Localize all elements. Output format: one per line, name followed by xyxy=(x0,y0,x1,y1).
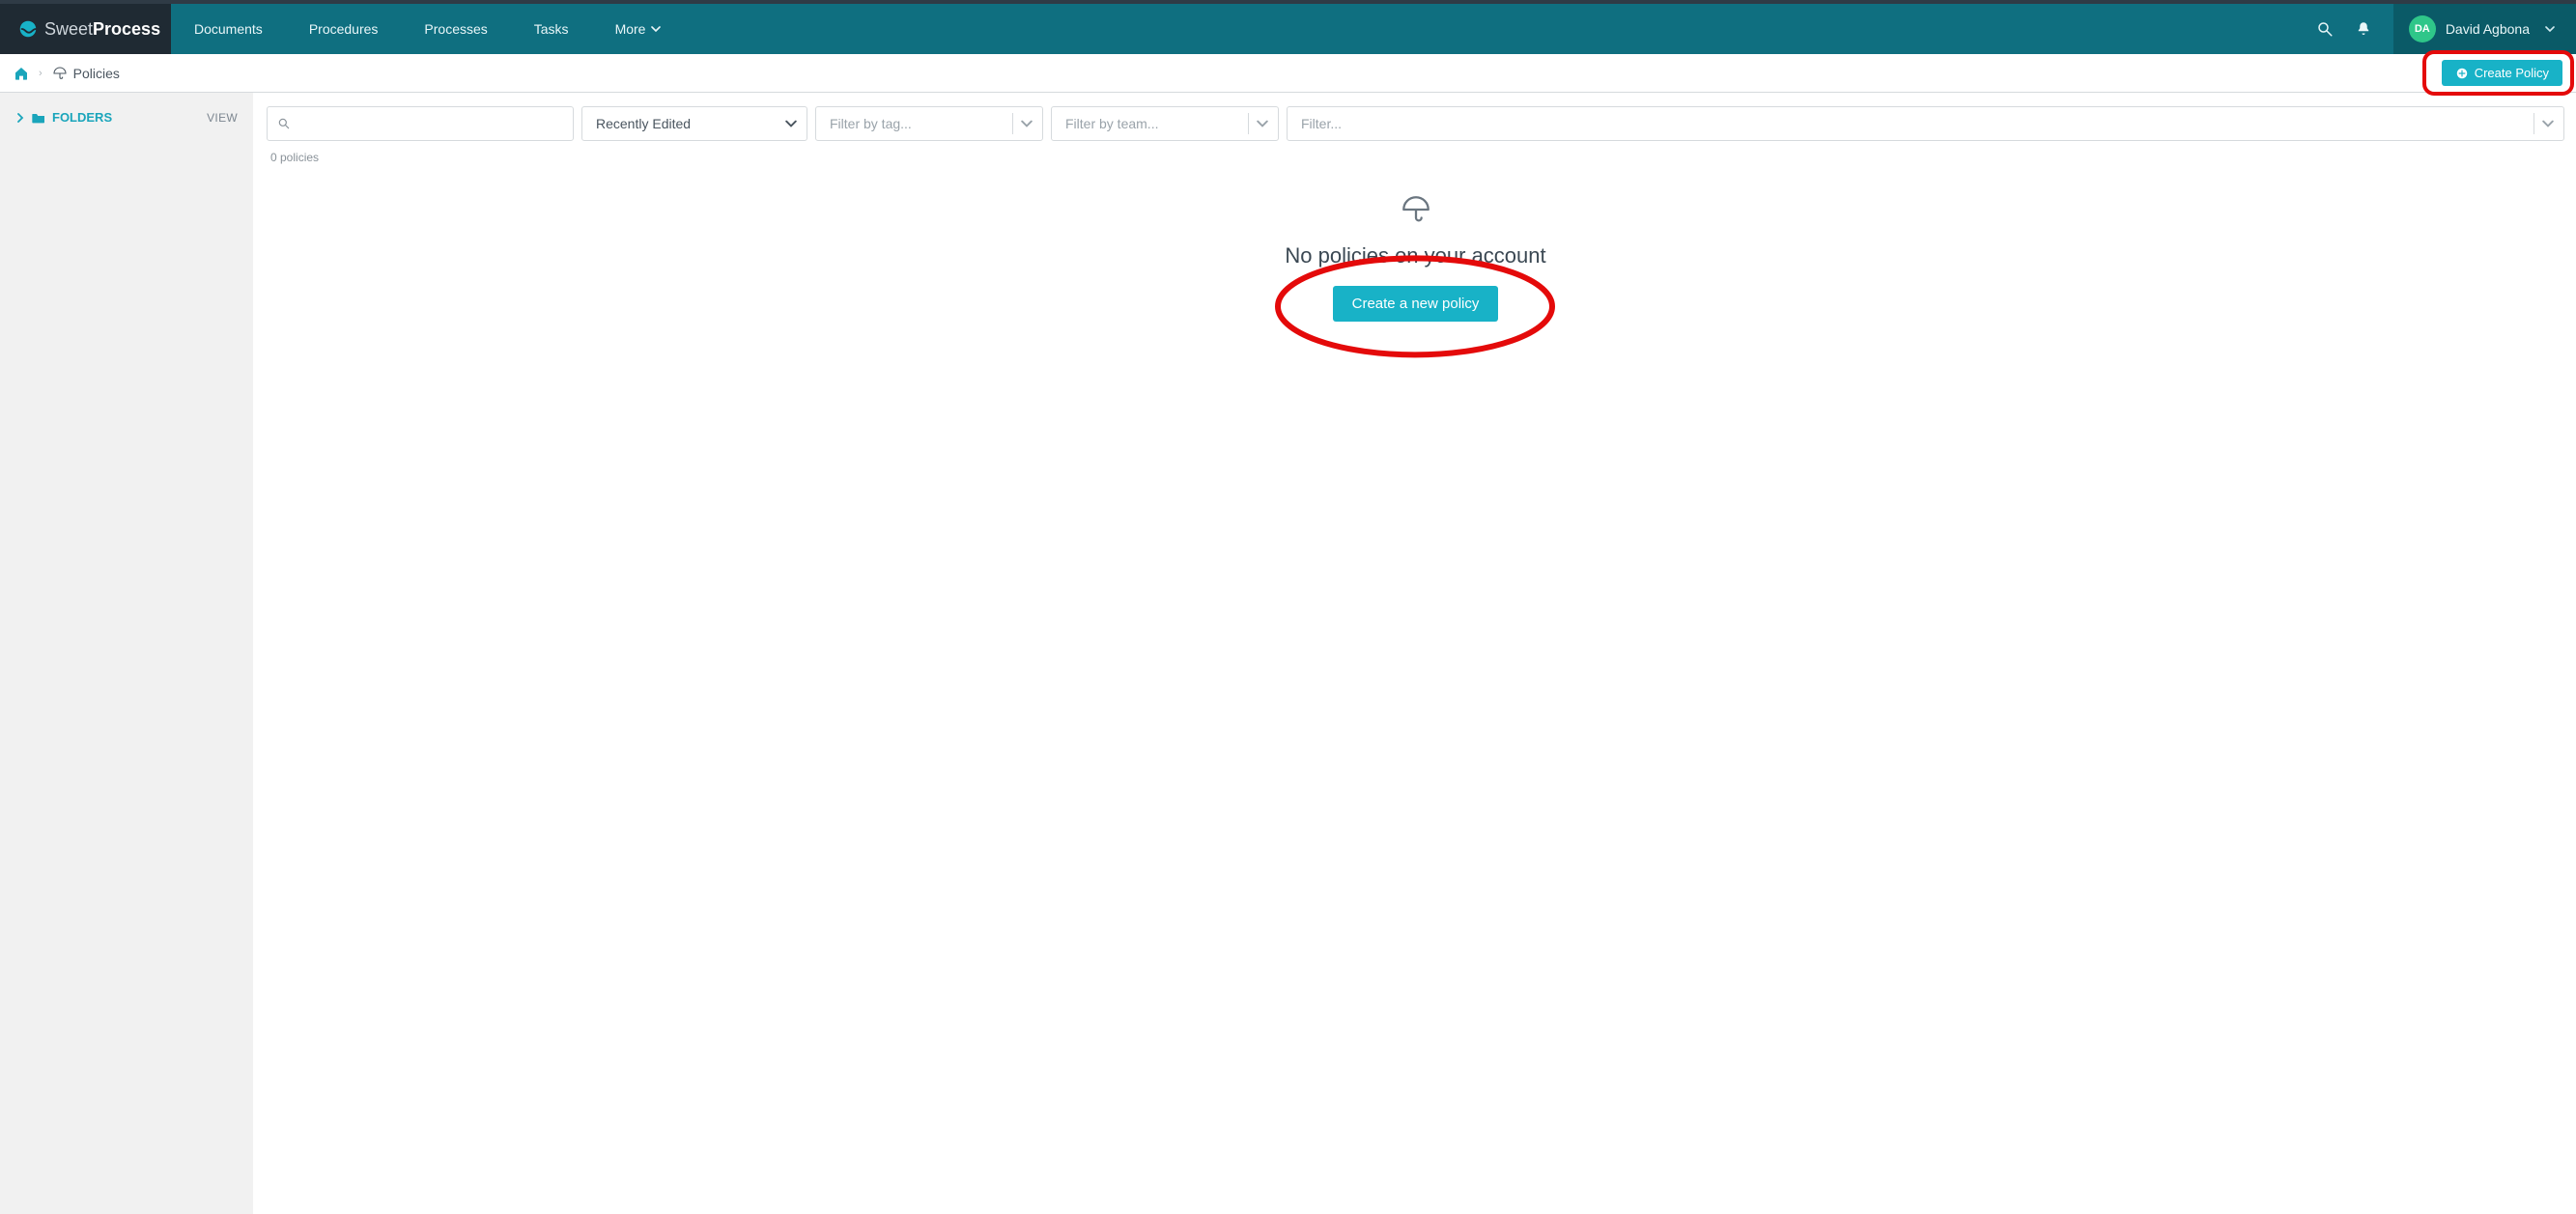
user-name: David Agbona xyxy=(2446,21,2530,37)
breadcrumb: › Policies xyxy=(14,66,120,81)
create-new-policy-button[interactable]: Create a new policy xyxy=(1333,286,1499,322)
search-icon[interactable] xyxy=(2316,20,2334,38)
home-icon[interactable] xyxy=(14,66,29,81)
nav-label: Tasks xyxy=(534,21,569,37)
create-policy-label: Create Policy xyxy=(2475,66,2549,80)
sidebar-folders-toggle[interactable]: FOLDERS xyxy=(15,110,112,125)
nav-label: Procedures xyxy=(309,21,379,37)
create-new-policy-label: Create a new policy xyxy=(1352,296,1480,312)
nav-label: Documents xyxy=(194,21,263,37)
sort-select[interactable]: Recently Edited xyxy=(581,106,807,141)
brand-text-bold: Process xyxy=(93,19,160,39)
filter-tag-placeholder: Filter by tag... xyxy=(830,116,912,131)
brand-text: SweetProcess xyxy=(44,19,160,40)
filter-generic-placeholder: Filter... xyxy=(1301,116,1342,131)
nav-tasks[interactable]: Tasks xyxy=(511,4,592,54)
filter-generic-select[interactable]: Filter... xyxy=(1287,106,2564,141)
breadcrumb-current: Policies xyxy=(52,66,120,81)
chevron-down-icon xyxy=(2545,24,2555,34)
create-policy-button[interactable]: Create Policy xyxy=(2442,60,2562,86)
bell-icon[interactable] xyxy=(2355,20,2372,38)
empty-state: No policies on your account Create a new… xyxy=(267,193,2564,322)
umbrella-icon xyxy=(52,66,68,81)
chevron-down-icon xyxy=(1248,113,1268,134)
filter-team-select[interactable]: Filter by team... xyxy=(1051,106,1279,141)
create-policy-wrap: Create Policy xyxy=(2442,60,2562,86)
sidebar: FOLDERS VIEW xyxy=(0,93,253,1214)
avatar: DA xyxy=(2409,15,2436,42)
results-count: 0 policies xyxy=(270,151,2564,164)
nav-label: Processes xyxy=(424,21,487,37)
filter-team-placeholder: Filter by team... xyxy=(1065,116,1158,131)
breadcrumb-label: Policies xyxy=(73,66,120,81)
search-icon xyxy=(277,117,291,130)
top-utility-icons xyxy=(2295,4,2393,54)
empty-state-title: No policies on your account xyxy=(1285,243,1545,268)
brand-text-light: Sweet xyxy=(44,19,93,39)
sidebar-view-link[interactable]: VIEW xyxy=(207,111,238,125)
nav-documents[interactable]: Documents xyxy=(171,4,286,54)
search-input[interactable] xyxy=(298,115,563,132)
nav-more[interactable]: More xyxy=(592,4,685,54)
chevron-down-icon xyxy=(651,24,661,34)
sub-header: › Policies Create Policy xyxy=(0,54,2576,93)
breadcrumb-separator: › xyxy=(39,68,42,79)
nav-label: More xyxy=(615,21,646,37)
filter-tag-select[interactable]: Filter by tag... xyxy=(815,106,1043,141)
search-input-wrap[interactable] xyxy=(267,106,574,141)
sidebar-folders-row: FOLDERS VIEW xyxy=(15,110,238,125)
top-nav: SweetProcess Documents Procedures Proces… xyxy=(0,0,2576,54)
primary-nav: Documents Procedures Processes Tasks Mor… xyxy=(171,4,2295,54)
main-layout: FOLDERS VIEW Recently Edited Filter by t… xyxy=(0,93,2576,1214)
empty-state-cta-wrap: Create a new policy xyxy=(1333,286,1499,322)
user-menu[interactable]: DA David Agbona xyxy=(2393,4,2576,54)
brand[interactable]: SweetProcess xyxy=(0,4,171,54)
chevron-right-icon xyxy=(15,113,25,123)
folder-icon xyxy=(31,111,46,125)
logo-icon xyxy=(17,18,39,40)
chevron-down-icon xyxy=(785,118,797,129)
nav-processes[interactable]: Processes xyxy=(401,4,510,54)
avatar-initials: DA xyxy=(2415,23,2430,35)
nav-procedures[interactable]: Procedures xyxy=(286,4,402,54)
plus-circle-icon xyxy=(2455,67,2469,80)
sidebar-folders-label: FOLDERS xyxy=(52,110,112,125)
chevron-down-icon xyxy=(2534,113,2554,134)
umbrella-icon xyxy=(1400,193,1432,226)
sort-select-value: Recently Edited xyxy=(596,116,691,131)
chevron-down-icon xyxy=(1012,113,1033,134)
content: Recently Edited Filter by tag... Filter … xyxy=(253,93,2576,1214)
filter-bar: Recently Edited Filter by tag... Filter … xyxy=(267,106,2564,141)
